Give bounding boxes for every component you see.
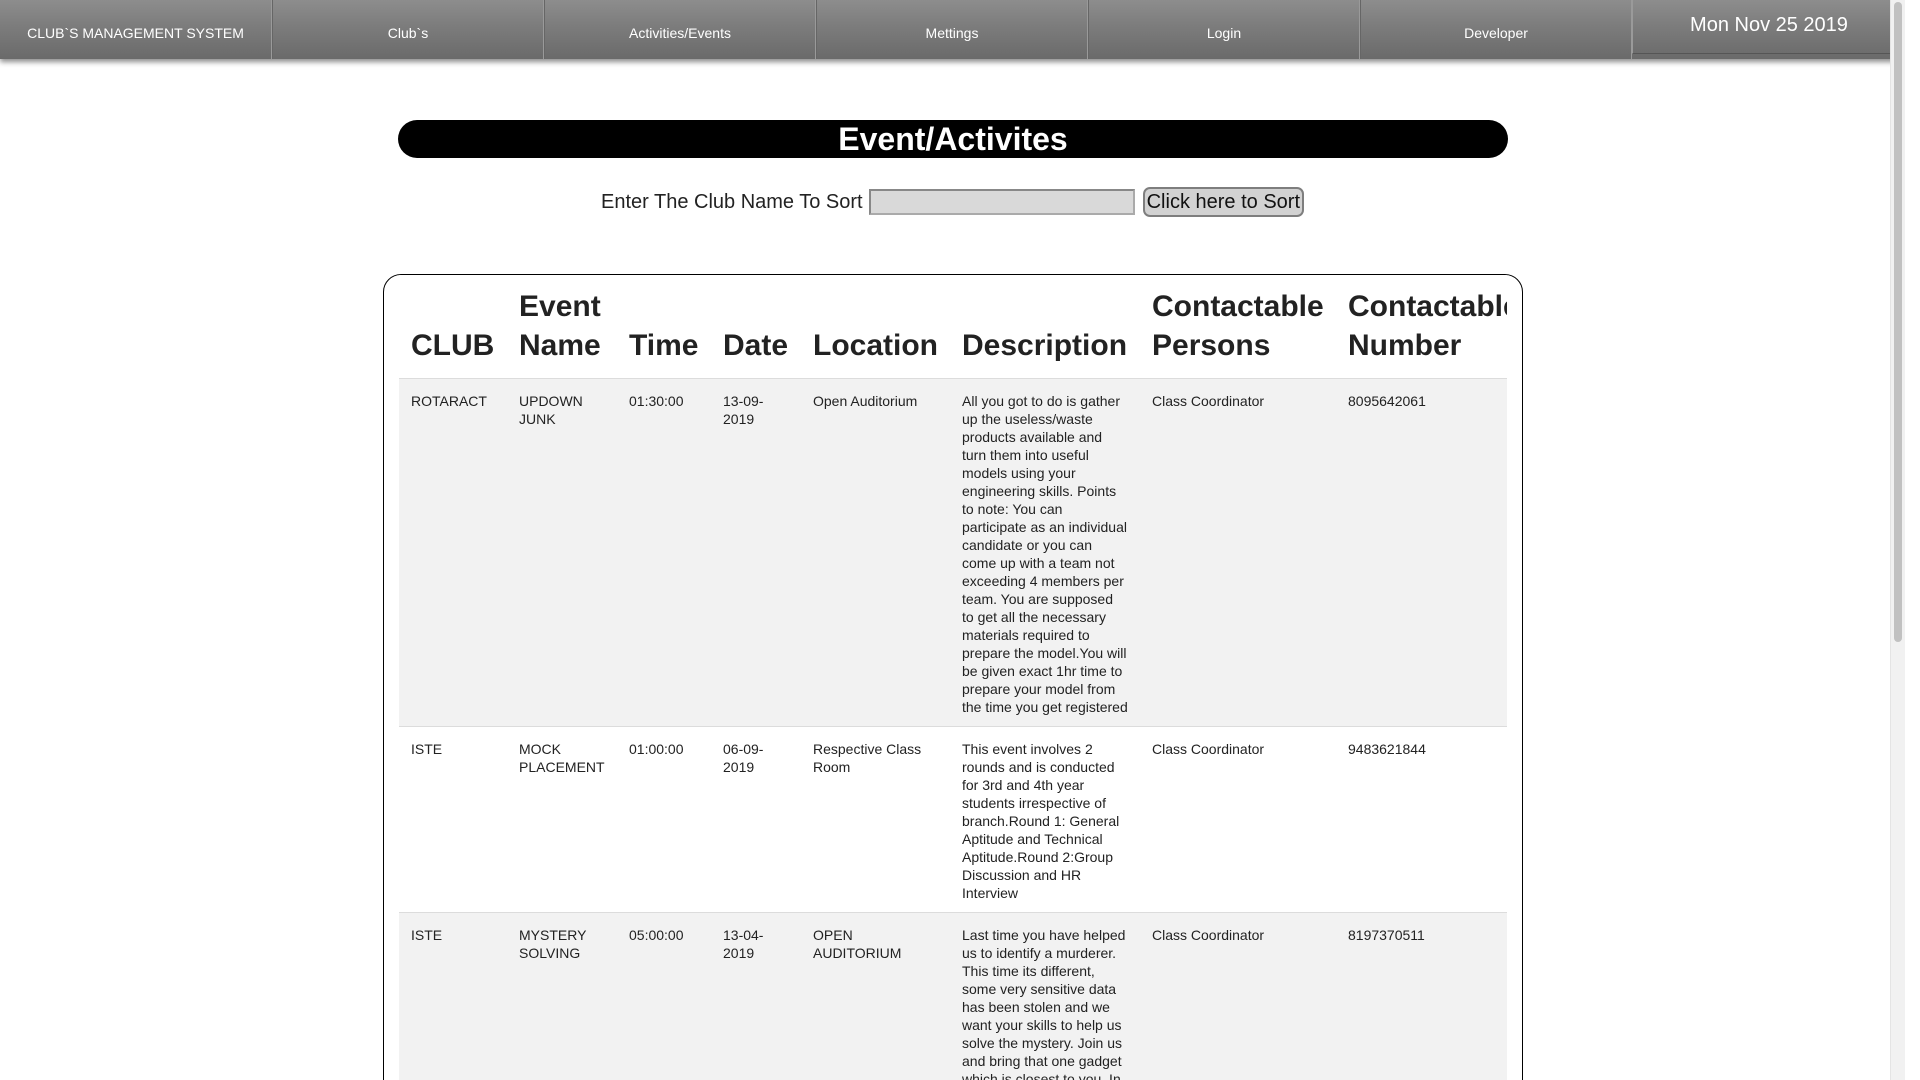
cell-location: Respective Class Room: [801, 726, 950, 913]
table-row: ISTE MOCK PLACEMENT 01:00:00 06-09-2019 …: [399, 726, 1507, 913]
header-time: Time: [617, 275, 711, 379]
cell-time: 01:30:00: [617, 378, 711, 727]
sort-label: Enter The Club Name To Sort: [600, 190, 863, 213]
scrollbar-thumb[interactable]: [1894, 2, 1902, 642]
table-row: ISTE MYSTERY SOLVING 05:00:00 13-04-2019…: [399, 912, 1507, 1080]
table-header-row: CLUB Event Name Time Date Location Descr…: [399, 275, 1507, 379]
cell-date: 13-09-2019: [711, 378, 801, 727]
cell-club: ROTARACT: [399, 378, 507, 727]
sort-button[interactable]: Click here to Sort: [1142, 187, 1304, 217]
header-date: Date: [711, 275, 801, 379]
sort-form: Enter The Club Name To Sort Click here t…: [0, 186, 1905, 218]
cell-club: ISTE: [399, 912, 507, 1080]
events-table-clip[interactable]: CLUB Event Name Time Date Location Descr…: [399, 275, 1507, 1080]
page-title: Event/Activites: [398, 120, 1508, 158]
events-table-container: CLUB Event Name Time Date Location Descr…: [383, 274, 1523, 1080]
cell-location: Open Auditorium: [801, 378, 950, 727]
table-row: ROTARACT UPDOWN JUNK 01:30:00 13-09-2019…: [399, 378, 1507, 727]
header-location: Location: [801, 275, 950, 379]
nav-item-activities-events[interactable]: Activities/Events: [544, 0, 816, 59]
cell-event-name: MOCK PLACEMENT: [507, 726, 617, 913]
cell-date: 06-09-2019: [711, 726, 801, 913]
cell-contactable-number: 8197370511: [1336, 912, 1507, 1080]
cell-contactable-persons: Class Coordinator: [1140, 378, 1336, 727]
cell-contactable-number: 8095642061: [1336, 378, 1507, 727]
vertical-scrollbar[interactable]: [1890, 0, 1905, 1080]
nav-item-login[interactable]: Login: [1088, 0, 1360, 59]
current-date: Mon Nov 25 2019: [1632, 0, 1905, 54]
top-navbar: CLUB`S MANAGEMENT SYSTEM Club`s Activiti…: [0, 0, 1905, 59]
page-viewport: CLUB`S MANAGEMENT SYSTEM Club`s Activiti…: [0, 0, 1905, 1080]
nav-item-developer[interactable]: Developer: [1360, 0, 1632, 59]
header-description: Description: [950, 275, 1140, 379]
cell-time: 05:00:00: [617, 912, 711, 1080]
cell-club: ISTE: [399, 726, 507, 913]
events-table: CLUB Event Name Time Date Location Descr…: [399, 275, 1507, 1080]
header-contactable-number: Contactable Number: [1336, 275, 1507, 379]
cell-date: 13-04-2019: [711, 912, 801, 1080]
nav-item-clubs[interactable]: Club`s: [272, 0, 544, 59]
header-club: CLUB: [399, 275, 507, 379]
cell-contactable-persons: Class Coordinator: [1140, 912, 1336, 1080]
club-name-input[interactable]: [868, 189, 1135, 215]
cell-event-name: UPDOWN JUNK: [507, 378, 617, 727]
cell-description: Last time you have helped us to identify…: [950, 912, 1140, 1080]
cell-contactable-persons: Class Coordinator: [1140, 726, 1336, 913]
cell-location: OPEN AUDITORIUM: [801, 912, 950, 1080]
cell-description: This event involves 2 rounds and is cond…: [950, 726, 1140, 913]
header-event-name: Event Name: [507, 275, 617, 379]
nav-item-home[interactable]: CLUB`S MANAGEMENT SYSTEM: [0, 0, 272, 59]
cell-time: 01:00:00: [617, 726, 711, 913]
header-contactable-persons: Contactable Persons: [1140, 275, 1336, 379]
nav-item-meetings[interactable]: Mettings: [816, 0, 1088, 59]
cell-contactable-number: 9483621844: [1336, 726, 1507, 913]
cell-event-name: MYSTERY SOLVING: [507, 912, 617, 1080]
cell-description: All you got to do is gather up the usele…: [950, 378, 1140, 727]
